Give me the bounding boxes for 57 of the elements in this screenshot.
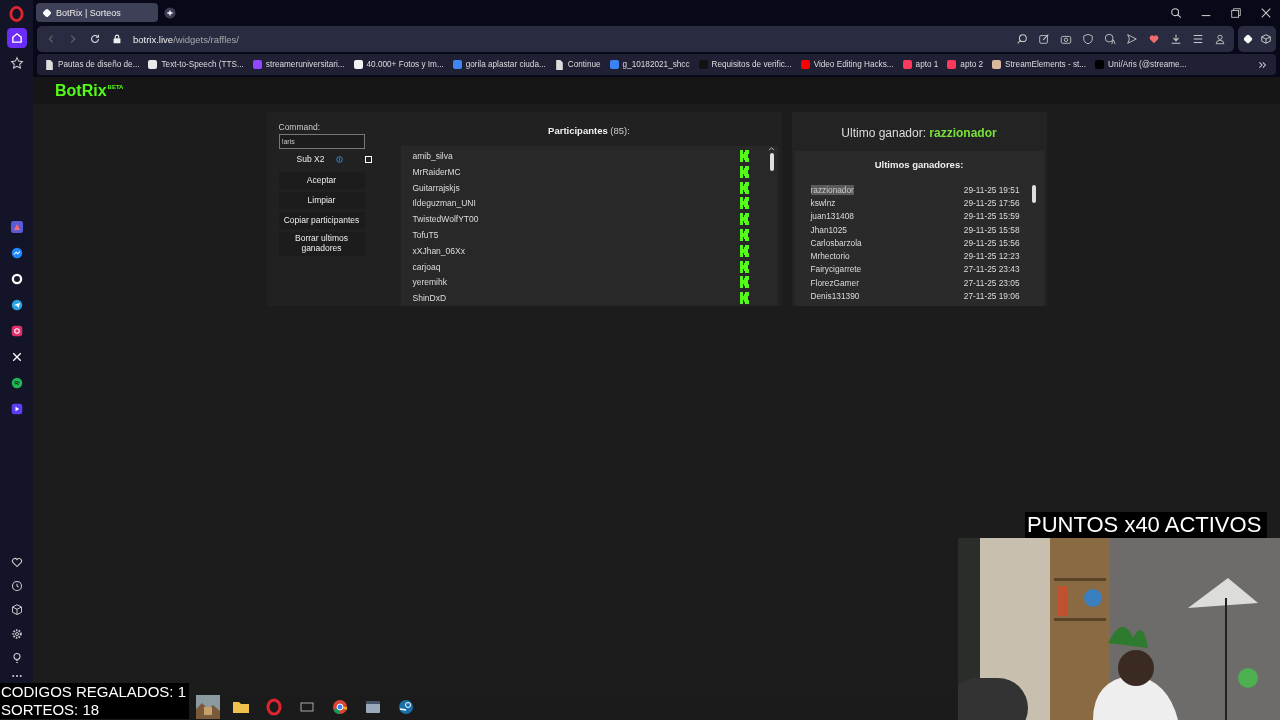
- participant-name: TofuT5: [412, 229, 439, 240]
- winner-name: Denis131390: [810, 291, 860, 301]
- bookmark[interactable]: StreamElements - st...: [992, 60, 1087, 69]
- action-button[interactable]: Borrar ultimos ganadores: [278, 232, 365, 256]
- participant-name: yeremihk: [412, 277, 447, 288]
- participants-title: Participantes (85):: [547, 124, 631, 138]
- winners-title: Ultimos ganadores:: [873, 158, 965, 172]
- winner-date: 29-11-25 15:59: [963, 211, 1020, 222]
- winner-name: FlorezGamer: [810, 277, 859, 288]
- participant-name: amib_silva: [412, 150, 453, 161]
- address-bar[interactable]: botrix.live/widgets/raffles/: [37, 26, 1234, 52]
- bookmark[interactable]: Continue: [554, 59, 601, 70]
- browser-tab[interactable]: BotRix | Sorteos: [36, 3, 158, 22]
- winner-date: 27-11-25 19:06: [963, 291, 1020, 301]
- url-text: botrix.live/widgets/raffles/: [133, 33, 239, 45]
- participant-name: MrRaiderMC: [412, 166, 461, 177]
- winner-date: 29-11-25 15:58: [963, 224, 1020, 235]
- stream-banner: PUNTOS x40 ACTIVOS: [1025, 512, 1268, 538]
- winner-date: 29-11-25 15:56: [963, 237, 1020, 248]
- bookmark[interactable]: Video Editing Hacks...: [800, 60, 894, 69]
- winner-name: Jhan1025: [810, 224, 847, 235]
- action-button[interactable]: Copiar participantes: [278, 212, 365, 229]
- winner-date: 27-11-25 23:05: [963, 277, 1020, 288]
- bookmark[interactable]: apto 2: [947, 60, 984, 69]
- winner-date: 29-11-25 12:23: [963, 251, 1020, 262]
- bookmark[interactable]: g_10182021_shcc: [609, 60, 690, 69]
- bookmark[interactable]: Pautas de diseño de...: [45, 59, 140, 70]
- last-winner-text: Ultimo ganador: razzionador: [841, 125, 997, 142]
- command-label: Command:: [278, 122, 322, 132]
- participant-name: TwistedWolfYT00: [412, 214, 479, 225]
- stat-text: SORTEOS: 18: [1, 701, 101, 719]
- winner-name: kswlnz: [810, 197, 836, 208]
- bookmark[interactable]: Uni/Aris (@streame...: [1095, 60, 1187, 69]
- bookmark[interactable]: gorila aplastar ciuda...: [452, 60, 546, 69]
- winner-name: Carlosbarzola: [810, 237, 862, 248]
- participant-name: Ildeguzman_UNI: [412, 198, 476, 209]
- participant-name: Guitarrajskjs: [412, 182, 460, 193]
- winner-name: Mrhectorio: [810, 251, 850, 262]
- participant-name: carjoaq: [412, 261, 441, 272]
- action-button[interactable]: Limpiar: [278, 192, 365, 209]
- sub-label: Sub X2: [296, 154, 325, 164]
- bookmark[interactable]: Text-to-Speech (TTS...: [148, 60, 244, 69]
- winner-date: 29-11-25 17:56: [963, 197, 1020, 208]
- bookmark[interactable]: apto 1: [902, 60, 939, 69]
- winner-date: 29-11-25 19:51: [963, 184, 1020, 195]
- bookmark[interactable]: 40.000+ Fotos y Im...: [353, 60, 444, 69]
- action-button[interactable]: Aceptar: [278, 172, 365, 189]
- bookmark[interactable]: Requisitos de verific...: [698, 60, 792, 69]
- stat-text: CODIGOS REGALADOS: 1: [1, 683, 187, 701]
- participant-name: xXJhan_06Xx: [412, 245, 465, 256]
- participant-name: ShinDxD: [412, 293, 447, 304]
- winner-name: juan131408: [810, 211, 854, 222]
- winner-date: 27-11-25 23:43: [963, 264, 1020, 275]
- winner-name: razzionador: [810, 184, 854, 195]
- botrix-logo[interactable]: BotRix$^{BETA}$: [55, 81, 124, 100]
- winner-name: Fairycigarrete: [810, 264, 862, 275]
- bookmark[interactable]: streameruniversitari...: [252, 60, 345, 69]
